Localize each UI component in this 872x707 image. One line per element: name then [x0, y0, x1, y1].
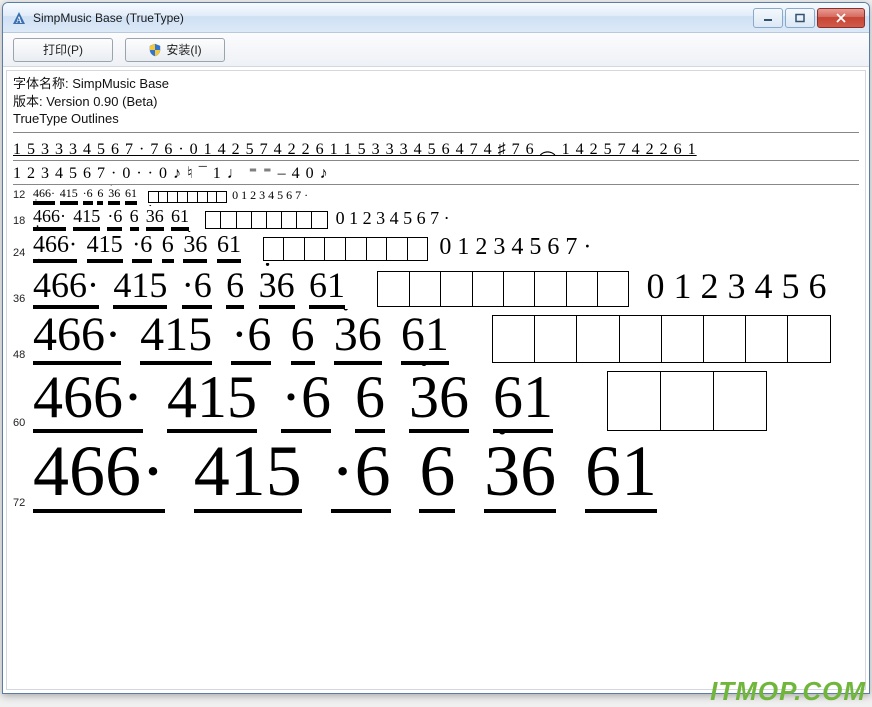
notation-group: ·6 — [132, 233, 152, 261]
svg-text:A: A — [16, 15, 23, 25]
notation-group: 466· — [33, 187, 55, 203]
glyph-run: 466· 415 ·6 6 36 61 0 1 2 3 4 5 6 7 · — [33, 207, 450, 229]
notation-group: 466· — [33, 367, 143, 431]
glyph-run: 466· 415 ·66 36 61 0 1 2 3 4 5 6 7 · — [33, 187, 308, 203]
notation-group: 36 — [409, 367, 469, 431]
size-row-12: 12466· 415 ·66 36 61 0 1 2 3 4 5 6 7 · — [13, 185, 859, 205]
missing-glyph-boxes — [492, 315, 830, 363]
shield-icon — [148, 43, 162, 57]
watermark: ITMOP.COM — [710, 676, 866, 707]
notation-group: 6 — [291, 311, 315, 363]
notation-group: 61 — [217, 233, 241, 261]
notation-group: 415 — [140, 311, 212, 363]
notation-group: 6 — [130, 207, 139, 229]
print-button-label: 打印(P) — [43, 41, 83, 58]
install-button[interactable]: 安装(I) — [125, 38, 225, 62]
notation-group: 466· — [33, 435, 165, 511]
app-icon: A — [11, 10, 27, 26]
notation-group: 61 — [401, 311, 449, 363]
notation-group: 6 — [355, 367, 385, 431]
notation-group: 61 — [171, 207, 189, 229]
notation-group: 61 — [125, 187, 137, 203]
window-title: SimpMusic Base (TrueType) — [33, 11, 751, 25]
notation-group: 415 — [73, 207, 100, 229]
notation-group: 466· — [33, 207, 66, 229]
size-row-18: 18466· 415 ·6 6 36 61 0 1 2 3 4 5 6 7 · — [13, 205, 859, 231]
notation-group: 415 — [87, 233, 123, 261]
notation-group: ·6 — [331, 435, 391, 511]
notation-group: 61 — [309, 267, 345, 307]
size-row-36: 36466·415·663661 0 1 2 3 4 5 6 — [13, 263, 859, 309]
notation-group: 36 — [108, 187, 120, 203]
notation-group: 6 — [162, 233, 174, 261]
notation-group: 6 — [226, 267, 244, 307]
trailing-digits: 0 1 2 3 4 5 6 7 · — [232, 188, 308, 203]
missing-glyph-boxes — [377, 271, 628, 307]
toolbar: 打印(P) 安装(I) — [3, 33, 869, 67]
notation-group: 415 — [167, 367, 257, 431]
preview-area: 1 5 3 3 3 4 5 6 7 · 7 6 · 0 1 4 2 5 7 4 … — [13, 132, 859, 513]
notation-group: 415 — [113, 267, 167, 307]
notation-group: 466· — [33, 233, 77, 261]
version-line: 版本: Version 0.90 (Beta) — [13, 93, 859, 111]
size-row-24: 24466· 415 ·6 6 36 61 0 1 2 3 4 5 6 7 · — [13, 231, 859, 263]
content-area: 字体名称: SimpMusic Base 版本: Version 0.90 (B… — [6, 70, 866, 690]
trailing-digits: 0 1 2 3 4 5 6 7 · — [336, 208, 450, 229]
minimize-button[interactable] — [753, 8, 783, 28]
titlebar[interactable]: A SimpMusic Base (TrueType) — [3, 3, 869, 33]
notation-group: 6 — [419, 435, 455, 511]
size-row-60: 60466· 415 ·6 6 36 61 — [13, 365, 859, 433]
size-label: 60 — [13, 417, 33, 431]
notation-group: 36 — [183, 233, 207, 261]
glyph-run: 466· 415 ·6 6 36 61 — [33, 367, 796, 431]
notation-group: ·6 — [83, 187, 93, 203]
font-preview-window: A SimpMusic Base (TrueType) 打印(P) 安装(I) — [2, 2, 870, 694]
notation-group: 61 — [585, 435, 657, 511]
notation-group: ·6 — [281, 367, 331, 431]
notation-group: 415 — [60, 187, 78, 203]
glyph-run: 466· 415 ·6 6 36 61 — [33, 435, 686, 511]
notation-group: ·6 — [182, 267, 212, 307]
notation-group: 36 — [334, 311, 382, 363]
trailing-digits: 0 1 2 3 4 5 6 7 · — [439, 234, 591, 261]
notation-group: ·6 — [231, 311, 271, 363]
notation-group: 6 — [97, 187, 103, 203]
notation-group: 415 — [194, 435, 302, 511]
install-button-label: 安装(I) — [166, 41, 201, 58]
sample-line-2: 1 2 3 4 5 6 7 · 0 · · 0 ♪ ♮ ¯ 1 ♩ ⁼ ⁼ – … — [13, 161, 859, 185]
missing-glyph-boxes — [205, 211, 327, 229]
print-button[interactable]: 打印(P) — [13, 38, 113, 62]
size-label: 48 — [13, 349, 33, 363]
size-row-48: 48466· 415 ·6 6 36 61 — [13, 309, 859, 365]
notation-group: 466· — [33, 311, 121, 363]
missing-glyph-boxes — [607, 371, 766, 431]
missing-glyph-boxes — [263, 237, 428, 261]
trailing-digits: 0 1 2 3 4 5 6 — [646, 265, 826, 307]
missing-glyph-boxes — [148, 191, 226, 203]
notation-group: 36 — [146, 207, 164, 229]
maximize-button[interactable] — [785, 8, 815, 28]
close-button[interactable] — [817, 8, 865, 28]
size-label: 36 — [13, 293, 33, 307]
notation-group: 61 — [493, 367, 553, 431]
outlines-line: TrueType Outlines — [13, 110, 859, 128]
notation-group: 36 — [259, 267, 295, 307]
notation-group: ·6 — [107, 207, 122, 229]
notation-group: 36 — [484, 435, 556, 511]
size-label: 72 — [13, 497, 33, 511]
font-name-line: 字体名称: SimpMusic Base — [13, 75, 859, 93]
size-label: 18 — [13, 215, 33, 229]
size-row-72: 72466· 415 ·6 6 36 61 — [13, 433, 859, 513]
glyph-run: 466· 415 ·6 6 36 61 0 1 2 3 4 5 6 — [33, 265, 826, 307]
size-label: 24 — [13, 247, 33, 261]
window-controls — [751, 8, 865, 28]
sample-line-1: 1 5 3 3 3 4 5 6 7 · 7 6 · 0 1 4 2 5 7 4 … — [13, 133, 859, 161]
glyph-run: 466· 415 ·6 6 36 61 0 1 2 3 4 5 6 7 · — [33, 233, 591, 261]
size-label: 12 — [13, 189, 33, 203]
glyph-run: 466· 415 ·6 6 36 61 — [33, 311, 854, 363]
notation-group: 466· — [33, 267, 99, 307]
